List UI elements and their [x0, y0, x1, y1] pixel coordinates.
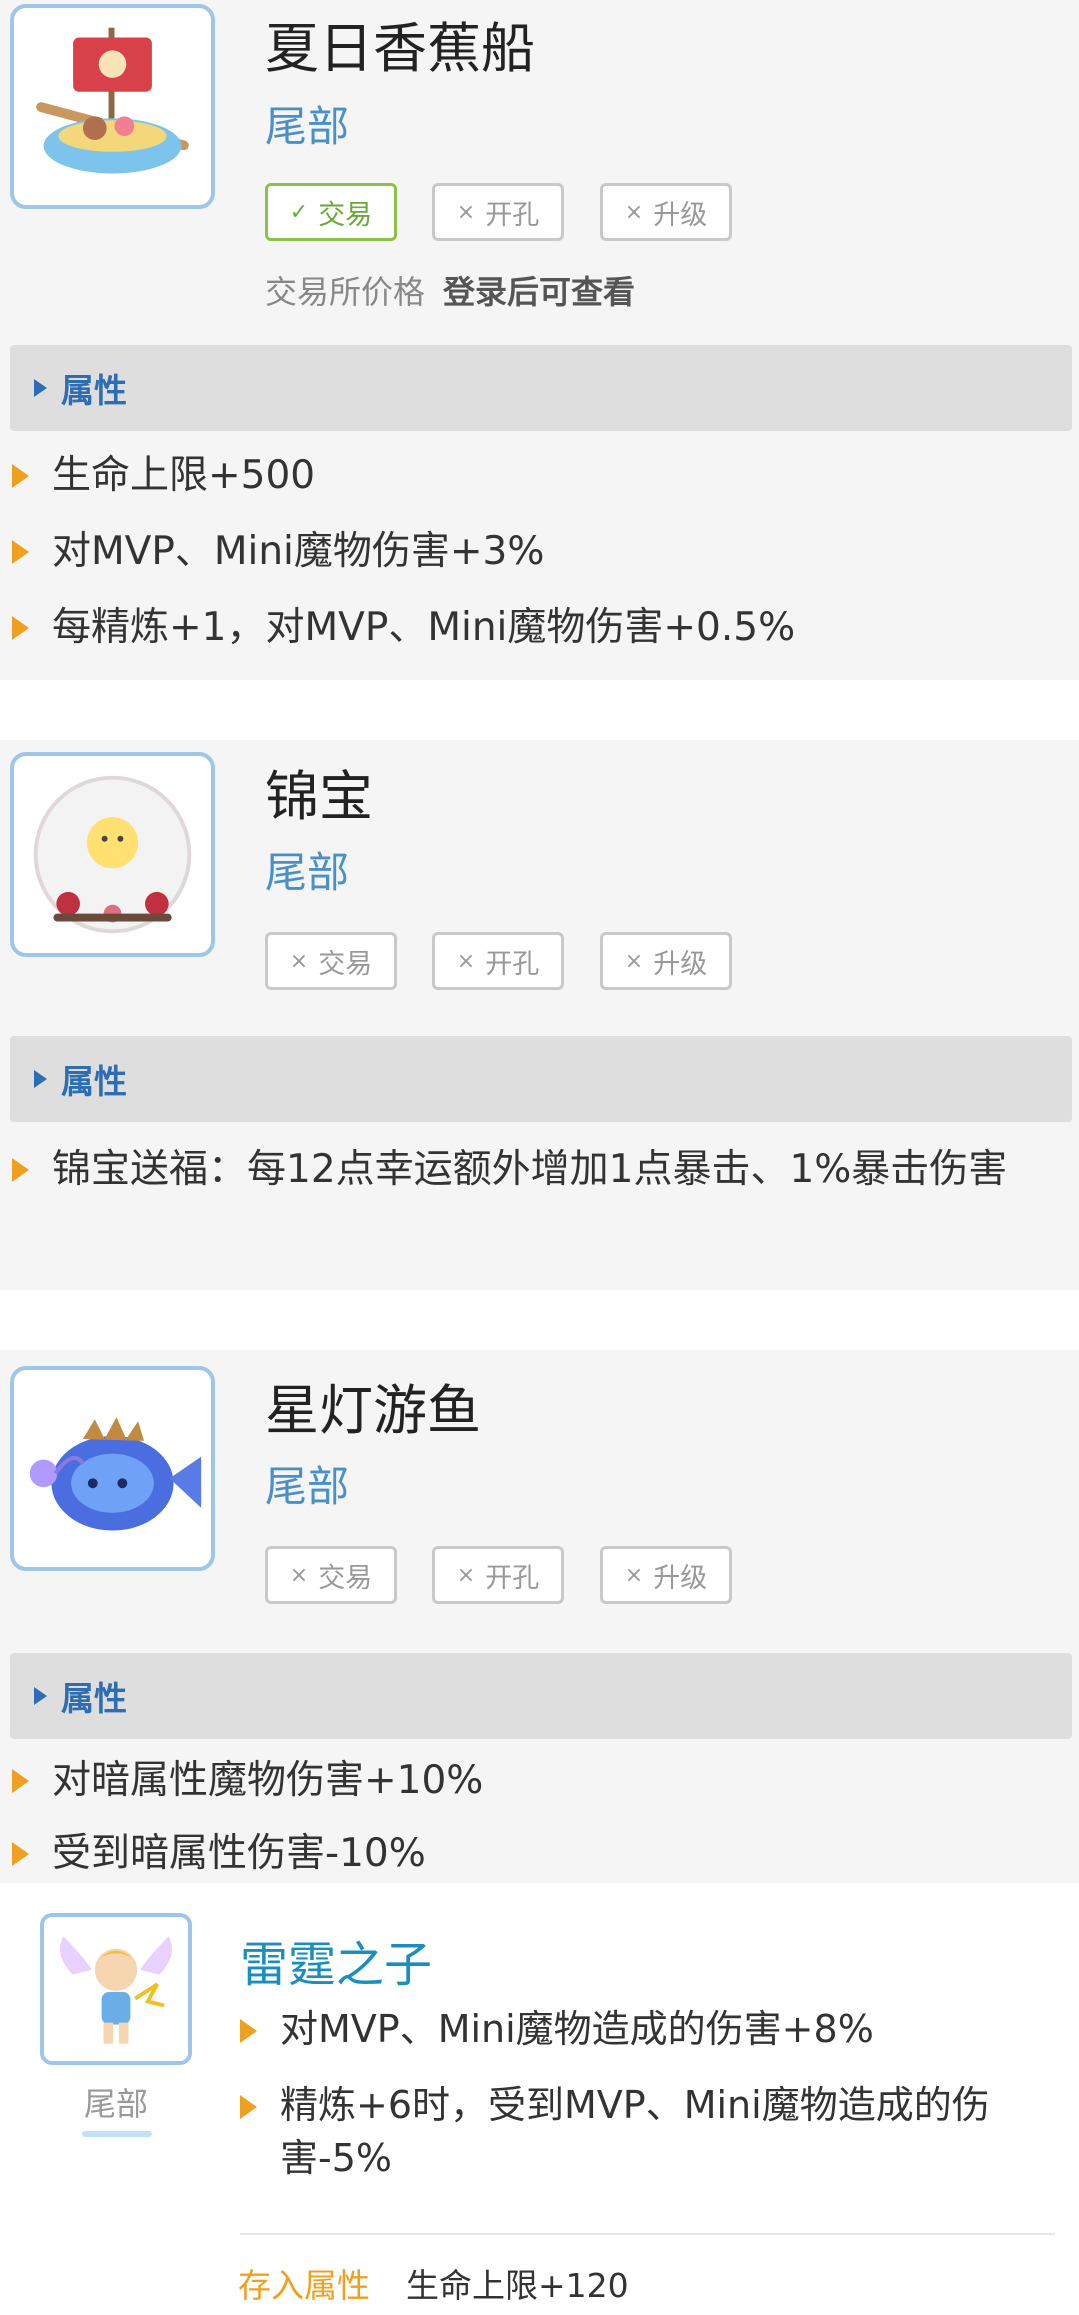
tag-label: 交易 [318, 948, 373, 980]
item-icon-star-lantern-fish [10, 1366, 215, 1571]
tag-trade: ✓ 交易 [265, 183, 397, 241]
item-slot: 尾部 [83, 2085, 148, 2123]
attr-header[interactable]: 属性 [10, 1036, 1072, 1122]
tag-label: 升级 [653, 948, 708, 980]
attr-header-label: 属性 [61, 1679, 127, 1718]
price-label: 交易所价格 [265, 273, 426, 311]
cross-icon: × [624, 199, 644, 225]
item-card-2: 锦宝 尾部 × 交易 × 开孔 × 升级 属性 锦宝送福：每12点幸运额外增加1… [0, 740, 1079, 1290]
slot-underline [82, 2131, 152, 2137]
item-icon-jinbao [10, 752, 215, 957]
attr-line: 对暗属性魔物伤害+10% [12, 1755, 1062, 1807]
item-name: 锦宝 [265, 765, 373, 828]
cross-icon: × [624, 948, 644, 974]
attr-header[interactable]: 属性 [10, 1653, 1072, 1739]
price-login-link[interactable]: 登录后可查看 [443, 273, 635, 311]
deposit-value: 生命上限+120 [406, 2266, 629, 2305]
attr-line: 每精炼+1，对MVP、Mini魔物伤害+0.5% [12, 602, 1062, 654]
cross-icon: × [456, 1562, 476, 1588]
bullet-arrow-icon [240, 2019, 257, 2043]
attr-header[interactable]: 属性 [10, 345, 1072, 431]
expand-triangle-icon [34, 1070, 47, 1088]
attr-header-label: 属性 [61, 1062, 127, 1101]
item-slot: 尾部 [265, 1462, 350, 1511]
tag-label: 交易 [318, 199, 373, 231]
item-card-1: 夏日香蕉船 尾部 ✓ 交易 × 开孔 × 升级 交易所价格 登录后可查看 属性 生… [0, 0, 1079, 680]
attr-line: 生命上限+500 [12, 450, 1062, 502]
cross-icon: × [624, 1562, 644, 1588]
lantern-fish-icon [29, 1417, 202, 1531]
bullet-arrow-icon [12, 464, 29, 488]
tag-label: 升级 [653, 1562, 708, 1594]
tag-socket: × 开孔 [432, 932, 564, 990]
winged-child-icon [60, 1936, 172, 2044]
tag-label: 开孔 [485, 948, 540, 980]
tag-upgrade: × 升级 [600, 1546, 732, 1604]
tag-label: 开孔 [485, 1562, 540, 1594]
attr-line: 精炼+6时，受到MVP、Mini魔物造成的伤害-5% [240, 2079, 1040, 2185]
deposit-label: 存入属性 [238, 2266, 370, 2305]
bullet-arrow-icon [12, 1842, 29, 1866]
divider [240, 2233, 1055, 2235]
attr-header-label: 属性 [61, 371, 127, 410]
bullet-arrow-icon [12, 1769, 29, 1793]
item-card-thunder-child: 尾部 雷霆之子 对MVP、Mini魔物造成的伤害+8% 精炼+6时，受到MVP、… [0, 1883, 1079, 2315]
deposit-attribute: 存入属性 生命上限+120 [238, 2259, 629, 2307]
tag-label: 交易 [318, 1562, 373, 1594]
tag-upgrade: × 升级 [600, 183, 732, 241]
item-name[interactable]: 雷霆之子 [240, 1925, 432, 1995]
item-slot: 尾部 [265, 848, 350, 897]
tag-trade: × 交易 [265, 932, 397, 990]
cross-icon: × [456, 199, 476, 225]
item-name: 夏日香蕉船 [265, 17, 535, 80]
item-icon-thunder-child [40, 1913, 192, 2065]
expand-triangle-icon [34, 1687, 47, 1705]
attr-line: 对MVP、Mini魔物造成的伤害+8% [240, 2003, 1040, 2056]
tag-upgrade: × 升级 [600, 932, 732, 990]
cross-icon: × [289, 1562, 309, 1588]
bullet-arrow-icon [12, 1158, 29, 1182]
attr-line: 受到暗属性伤害-10% [12, 1828, 1062, 1880]
item-slot: 尾部 [265, 102, 350, 151]
item-name: 星灯游鱼 [265, 1379, 481, 1442]
cross-icon: × [289, 948, 309, 974]
tag-label: 开孔 [485, 199, 540, 231]
item-card-3: 星灯游鱼 尾部 × 交易 × 开孔 × 升级 属性 对暗属性魔物伤害+10% 受… [0, 1350, 1079, 1883]
banana-boat-icon [36, 27, 189, 174]
bullet-arrow-icon [240, 2095, 257, 2119]
expand-triangle-icon [34, 379, 47, 397]
tag-trade: × 交易 [265, 1546, 397, 1604]
cross-icon: × [456, 948, 476, 974]
tag-socket: × 开孔 [432, 1546, 564, 1604]
bullet-arrow-icon [12, 616, 29, 640]
tag-socket: × 开孔 [432, 183, 564, 241]
item-icon-banana-boat [10, 4, 215, 209]
attr-line: 对MVP、Mini魔物伤害+3% [12, 526, 1062, 578]
attr-line: 锦宝送福：每12点幸运额外增加1点暴击、1%暴击伤害 [12, 1144, 1062, 1196]
market-price: 交易所价格 登录后可查看 [265, 267, 635, 313]
lucky-orb-icon [33, 775, 192, 934]
check-icon: ✓ [289, 199, 309, 225]
bullet-arrow-icon [12, 540, 29, 564]
tag-label: 升级 [653, 199, 708, 231]
